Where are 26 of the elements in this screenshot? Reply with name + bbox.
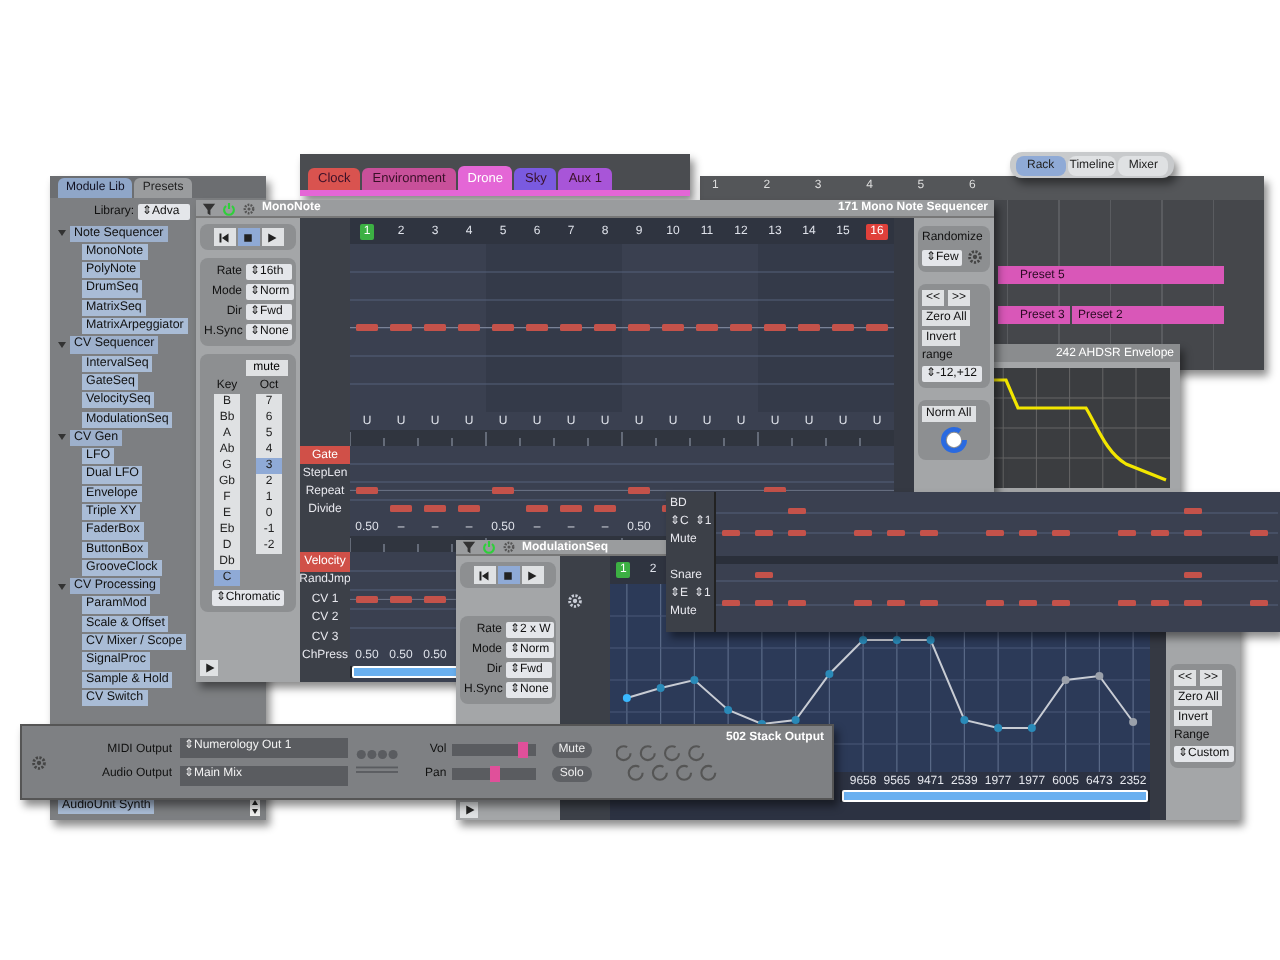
stop-icon bbox=[502, 569, 514, 581]
play-button[interactable] bbox=[460, 802, 478, 818]
skip-back-icon bbox=[478, 569, 490, 581]
transport-button[interactable] bbox=[521, 566, 543, 584]
play-icon bbox=[203, 662, 215, 674]
volume-slider[interactable] bbox=[452, 744, 537, 756]
gear-icon[interactable] bbox=[242, 201, 256, 215]
play-icon bbox=[526, 569, 538, 581]
gear-icon[interactable] bbox=[502, 540, 516, 554]
stop-icon bbox=[242, 231, 254, 243]
knob[interactable] bbox=[940, 426, 968, 454]
slider-thumb[interactable] bbox=[518, 742, 529, 758]
transport-button[interactable] bbox=[473, 566, 495, 584]
gear-icon[interactable] bbox=[966, 248, 985, 266]
transport-button[interactable] bbox=[213, 228, 235, 246]
pan-slider[interactable] bbox=[452, 768, 537, 780]
play-icon bbox=[266, 231, 278, 243]
transport-button[interactable] bbox=[237, 228, 259, 246]
skip-back-icon bbox=[218, 231, 230, 243]
play-icon bbox=[463, 804, 475, 816]
transport-button[interactable] bbox=[261, 228, 283, 246]
horizontal-scrollbar[interactable] bbox=[840, 790, 1150, 802]
play-button[interactable] bbox=[200, 660, 218, 676]
funnel-icon[interactable] bbox=[462, 540, 476, 554]
slider-thumb[interactable] bbox=[489, 766, 500, 782]
transport-button[interactable] bbox=[497, 566, 519, 584]
